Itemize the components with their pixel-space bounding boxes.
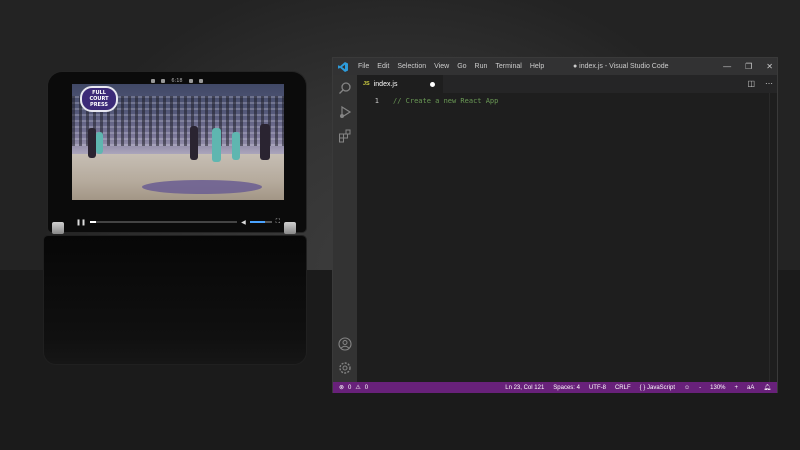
line-number: 1 (374, 97, 379, 105)
vscode-window: File Edit Selection View Go Run Terminal Help ●… (332, 57, 778, 393)
volume-level (249, 221, 266, 223)
logo-text-line-1: FULL COURT (89, 90, 109, 102)
vscode-logo-icon (336, 58, 350, 75)
channel-logo: FULL COURT PRESS (80, 86, 118, 112)
tab-label: index.js (373, 80, 398, 88)
run-debug-icon[interactable] (338, 105, 352, 119)
window-title: ● index.js - Visual Studio Code (573, 63, 669, 70)
indentation[interactable]: Spaces: 4 (553, 385, 580, 391)
braces-icon: { } (639, 384, 646, 391)
menu-bar: File Edit Selection View Go Run Terminal Help (354, 63, 548, 70)
video-player-figure (212, 128, 221, 162)
zoom-out-button[interactable]: - (699, 385, 701, 391)
signal-icon (188, 79, 193, 83)
feedback-icon[interactable]: ☺ (684, 385, 690, 391)
zoom-level: 130% (710, 384, 726, 391)
video-player-figure (96, 132, 103, 154)
status-problems[interactable]: ⊗ 0 ⚠ 0 (333, 384, 369, 392)
status-right: Ln 23, Col 121 Spaces: 4 UTF-8 CRLF { } … (505, 382, 771, 393)
menu-item-go[interactable]: Go (453, 63, 470, 70)
notifications-bell-icon[interactable]: 🔔︎ (763, 384, 771, 391)
settings-gear-icon[interactable] (338, 361, 352, 375)
menu-item-terminal[interactable]: Terminal (491, 63, 525, 70)
pause-icon[interactable]: ❚❚ (76, 219, 86, 226)
video-player[interactable]: FULL COURT PRESS (72, 84, 284, 200)
split-editor-icon[interactable]: ◫ (747, 75, 755, 93)
foldable-device: 6:18 FULL COURT PRESS ❚❚ ◀ ⛶ (44, 72, 306, 364)
tab-bar: JS index.js ◫ ⋯ (357, 75, 777, 93)
activity-bar (333, 75, 357, 382)
volume-slider[interactable] (249, 221, 272, 223)
video-player-figure (260, 124, 270, 160)
video-progress-bar[interactable] (90, 221, 238, 223)
device-bottom-screen (44, 236, 306, 364)
battery-icon (198, 79, 203, 83)
menu-item-view[interactable]: View (430, 63, 453, 70)
video-player-figure (88, 128, 96, 158)
unsaved-dot-icon[interactable] (430, 81, 435, 87)
search-icon[interactable] (338, 81, 352, 95)
right-hinge (284, 222, 296, 234)
encoding[interactable]: UTF-8 (589, 385, 606, 391)
notification-icon (161, 79, 166, 83)
menu-item-file[interactable]: File (354, 63, 373, 70)
left-hinge (52, 222, 64, 234)
error-icon: ⊗ (339, 385, 345, 391)
code-comment: // Create a new React App (393, 97, 499, 105)
menu-item-help[interactable]: Help (526, 63, 548, 70)
title-bar: File Edit Selection View Go Run Terminal Help ●… (333, 58, 777, 75)
tab-index-js[interactable]: JS index.js (357, 75, 443, 93)
warning-count: 0 (364, 384, 369, 391)
language-mode[interactable]: { } JavaScript (640, 385, 675, 391)
video-court-logo (142, 180, 262, 194)
video-controls: ❚❚ ◀ ⛶ (72, 217, 284, 227)
end-of-line[interactable]: CRLF (615, 385, 631, 391)
video-player-figure (232, 132, 240, 160)
font-size-icon[interactable]: aA (747, 385, 754, 391)
zoom-in-button[interactable]: + (735, 385, 739, 391)
status-bar: ⊗ 0 ⚠ 0 Ln 23, Col 121 Spaces: 4 UTF-8 C… (333, 382, 777, 393)
code-line: 1 // Create a new React App (357, 95, 499, 107)
restore-icon[interactable]: ❐ (745, 58, 752, 75)
more-actions-icon[interactable]: ⋯ (765, 75, 773, 93)
video-player-figure (190, 126, 198, 160)
video-progress-fill (90, 221, 96, 223)
logo-text-line-2: PRESS (90, 102, 108, 108)
editor-actions: ◫ ⋯ (747, 75, 773, 93)
notification-icon (151, 79, 156, 83)
extensions-icon[interactable] (338, 129, 352, 143)
account-icon[interactable] (338, 337, 352, 351)
close-icon[interactable]: ✕ (766, 58, 773, 75)
code-editor[interactable]: 1 // Create a new React App (357, 93, 777, 382)
cursor-position[interactable]: Ln 23, Col 121 (505, 385, 544, 391)
menu-item-selection[interactable]: Selection (393, 63, 430, 70)
error-count: 0 (348, 384, 352, 391)
volume-icon[interactable]: ◀ (241, 219, 246, 226)
menu-item-run[interactable]: Run (471, 63, 492, 70)
editor-scrollbar[interactable] (769, 93, 777, 382)
window-controls: — ❐ ✕ (723, 58, 773, 75)
minimize-icon[interactable]: — (723, 58, 731, 75)
fullscreen-icon[interactable]: ⛶ (276, 218, 280, 226)
menu-item-edit[interactable]: Edit (373, 63, 393, 70)
warning-icon: ⚠ (355, 385, 361, 391)
javascript-file-icon: JS (363, 81, 370, 87)
language-label: JavaScript (647, 384, 676, 391)
device-top-screen: 6:18 FULL COURT PRESS ❚❚ ◀ ⛶ (48, 72, 306, 232)
